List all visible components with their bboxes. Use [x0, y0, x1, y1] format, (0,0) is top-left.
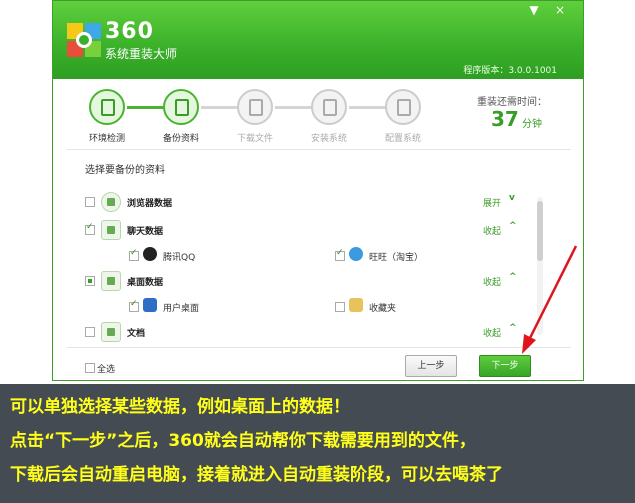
- caption-line-3: 下载后会自动重启电脑，接着就进入自动重装阶段，可以去喝茶了: [10, 465, 503, 485]
- caption-line-2: 点击“下一步”之后，360就会自动帮你下载需要用到的文件，: [10, 431, 476, 451]
- red-arrow-icon: [522, 245, 578, 354]
- caption-panel: 可以单独选择某些数据，例如桌面上的数据！ 点击“下一步”之后，360就会自动帮你…: [0, 384, 635, 503]
- caption-line-1: 可以单独选择某些数据，例如桌面上的数据！: [10, 397, 350, 417]
